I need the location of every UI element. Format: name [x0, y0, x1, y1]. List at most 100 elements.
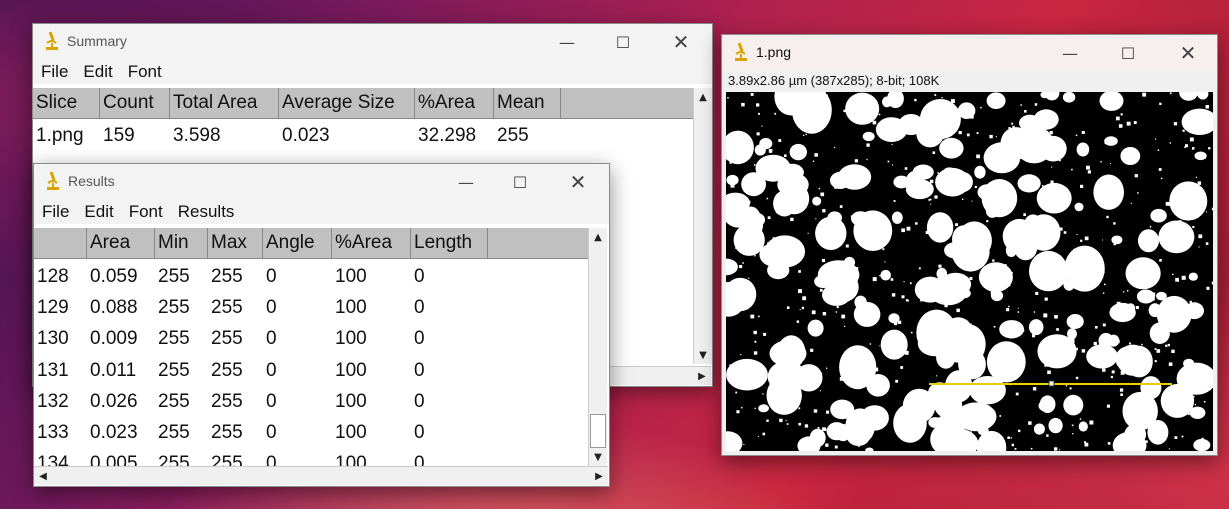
noise-speck — [805, 133, 807, 136]
table-cell: 0.023 — [90, 422, 138, 444]
maximize-button[interactable]: ☐ — [497, 164, 543, 200]
noise-speck — [1034, 103, 1038, 106]
noise-speck — [1100, 353, 1104, 356]
noise-speck — [1199, 194, 1203, 198]
table-row[interactable]: 129 0.088 255 255 0 100 0 — [34, 292, 588, 323]
table-row[interactable]: 130 0.009 255 255 0 100 0 — [34, 324, 588, 355]
noise-speck — [1041, 185, 1044, 187]
table-row[interactable]: 132 0.026 255 255 0 100 0 — [34, 386, 588, 417]
particle-blob — [929, 109, 942, 123]
minimize-button[interactable]: — — [1047, 35, 1093, 71]
menu-font[interactable]: Font — [129, 202, 163, 222]
column-header[interactable]: %Area — [332, 228, 411, 258]
noise-speck — [987, 394, 992, 399]
noise-speck — [912, 420, 915, 424]
noise-speck — [1059, 449, 1061, 451]
close-button[interactable]: ✕ — [658, 24, 704, 60]
noise-speck — [950, 387, 952, 389]
column-header[interactable]: Slice — [33, 88, 100, 118]
noise-speck — [1049, 131, 1053, 135]
particle-blob — [1093, 174, 1124, 210]
scroll-up-arrow[interactable]: ▲ — [589, 228, 607, 246]
noise-speck — [1012, 125, 1015, 129]
scroll-up-arrow[interactable]: ▲ — [694, 88, 712, 106]
noise-speck — [938, 324, 941, 326]
minimize-button[interactable]: — — [544, 24, 590, 60]
noise-speck — [1189, 137, 1194, 142]
scroll-down-arrow[interactable]: ▼ — [694, 346, 712, 364]
maximize-button[interactable]: ☐ — [1105, 35, 1151, 71]
image-titlebar[interactable]: 1.png — ☐ ✕ — [722, 35, 1217, 71]
column-header[interactable]: Count — [100, 88, 170, 118]
column-header[interactable]: Min — [155, 228, 208, 258]
column-header[interactable]: Length — [411, 228, 488, 258]
noise-speck — [1107, 442, 1111, 445]
column-header[interactable]: Angle — [263, 228, 332, 258]
column-header[interactable] — [34, 228, 87, 258]
noise-speck — [820, 192, 825, 197]
microscope-icon — [46, 31, 58, 50]
table-row[interactable]: 133 0.023 255 255 0 100 0 — [34, 417, 588, 448]
table-row[interactable]: 134 0.005 255 255 0 100 0 — [34, 449, 588, 466]
summary-titlebar[interactable]: Summary — ☐ ✕ — [33, 24, 712, 60]
results-vertical-scrollbar[interactable]: ▲ ▼ — [588, 228, 607, 466]
minimize-button[interactable]: — — [443, 164, 489, 200]
binary-image-canvas[interactable] — [726, 92, 1213, 451]
close-button[interactable]: ✕ — [1165, 35, 1211, 71]
menu-file[interactable]: File — [42, 202, 69, 222]
table-row[interactable]: 1.png 159 3.598 0.023 32.298 255 — [33, 120, 561, 151]
column-header[interactable]: Max — [208, 228, 263, 258]
column-header[interactable]: Mean — [494, 88, 561, 118]
scroll-down-arrow[interactable]: ▼ — [589, 448, 607, 466]
menu-results[interactable]: Results — [178, 202, 235, 222]
noise-speck — [951, 99, 955, 103]
column-header[interactable]: %Area — [415, 88, 494, 118]
menu-file[interactable]: File — [41, 62, 68, 82]
noise-speck — [1130, 151, 1133, 154]
table-cell: 0 — [414, 359, 425, 381]
scroll-thumb[interactable] — [590, 414, 606, 448]
table-cell: 0.059 — [90, 265, 138, 287]
noise-speck — [1142, 281, 1145, 284]
menu-edit[interactable]: Edit — [84, 202, 113, 222]
results-horizontal-scrollbar[interactable]: ◀ ▶ — [34, 466, 608, 485]
noise-speck — [1034, 175, 1035, 177]
noise-speck — [1151, 292, 1156, 297]
table-cell: 255 — [211, 296, 243, 318]
particle-blob — [999, 320, 1024, 339]
table-cell: 0 — [266, 296, 277, 318]
noise-speck — [1134, 174, 1138, 178]
scroll-right-arrow[interactable]: ▶ — [590, 467, 608, 485]
scroll-right-arrow[interactable]: ▶ — [693, 367, 711, 385]
noise-speck — [1168, 448, 1170, 450]
noise-speck — [1021, 329, 1025, 332]
menu-font[interactable]: Font — [128, 62, 162, 82]
summary-vertical-scrollbar[interactable]: ▲ ▼ — [693, 88, 712, 364]
noise-speck — [1081, 349, 1086, 353]
noise-speck — [1151, 297, 1155, 301]
menu-edit[interactable]: Edit — [83, 62, 112, 82]
maximize-button[interactable]: ☐ — [600, 24, 646, 60]
column-header[interactable]: Total Area — [170, 88, 279, 118]
table-row[interactable]: 131 0.011 255 255 0 100 0 — [34, 355, 588, 386]
noise-speck — [1193, 385, 1197, 389]
close-button[interactable]: ✕ — [555, 164, 601, 200]
line-handle[interactable] — [1048, 380, 1055, 387]
noise-speck — [999, 437, 1003, 441]
noise-speck — [1208, 147, 1211, 150]
table-cell: 1.png — [36, 124, 84, 146]
noise-speck — [817, 427, 820, 429]
scroll-left-arrow[interactable]: ◀ — [34, 467, 52, 485]
particle-blob — [1183, 358, 1195, 369]
table-row[interactable]: 128 0.059 255 255 0 100 0 — [34, 261, 588, 292]
noise-speck — [934, 195, 938, 199]
noise-speck — [798, 270, 801, 273]
particle-blob — [1184, 302, 1204, 320]
noise-speck — [774, 112, 777, 115]
noise-speck — [738, 236, 742, 240]
noise-speck — [1025, 137, 1030, 141]
noise-speck — [1156, 270, 1158, 272]
column-header[interactable]: Area — [87, 228, 155, 258]
column-header[interactable]: Average Size — [279, 88, 415, 118]
results-titlebar[interactable]: Results — ☐ ✕ — [34, 164, 609, 200]
